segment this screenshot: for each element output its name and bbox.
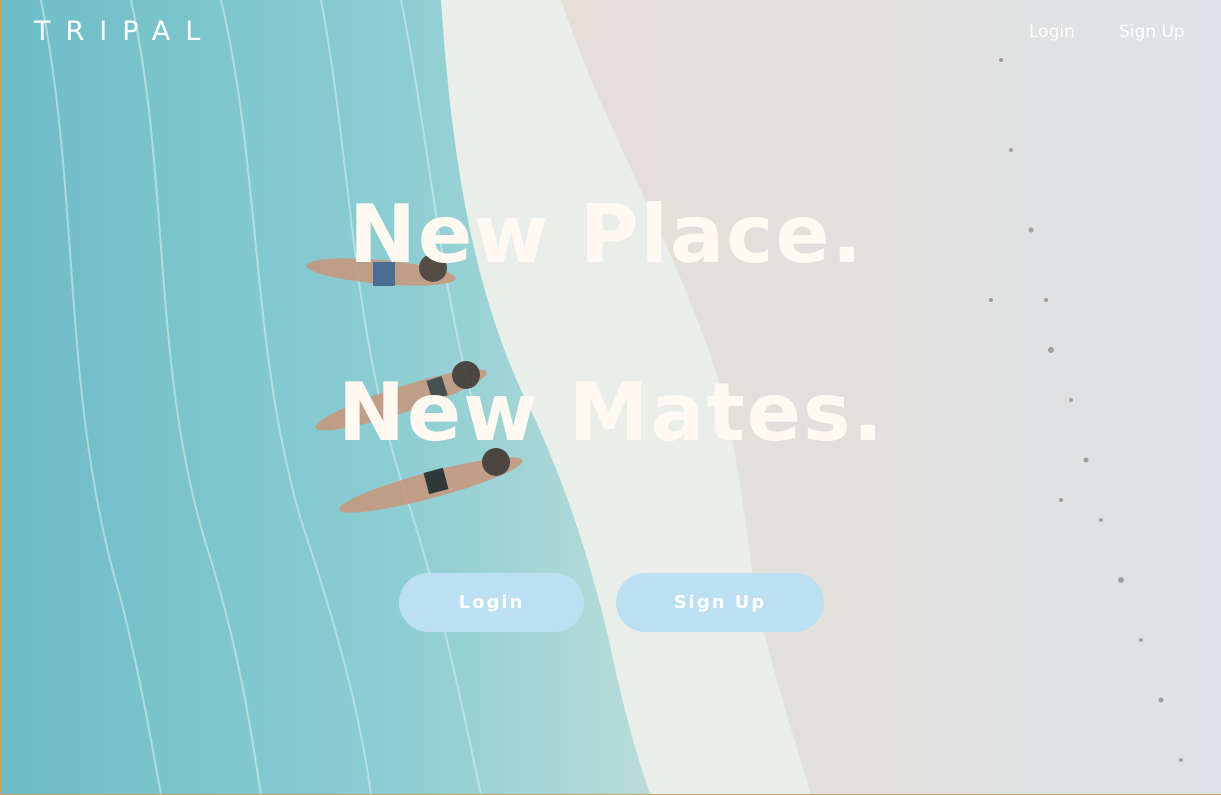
login-button[interactable]: Login (399, 573, 584, 632)
signup-button[interactable]: Sign Up (616, 573, 824, 632)
brand-logo[interactable]: TRIPAL (34, 16, 215, 47)
hero-headline-line-2: New Mates. (337, 366, 886, 459)
hero-section: TRIPAL Login Sign Up New Place. New Mate… (0, 0, 1221, 795)
nav-signup-link[interactable]: Sign Up (1119, 22, 1185, 42)
hero-headline-line-1: New Place. (348, 188, 865, 281)
nav-login-link[interactable]: Login (1029, 22, 1075, 42)
